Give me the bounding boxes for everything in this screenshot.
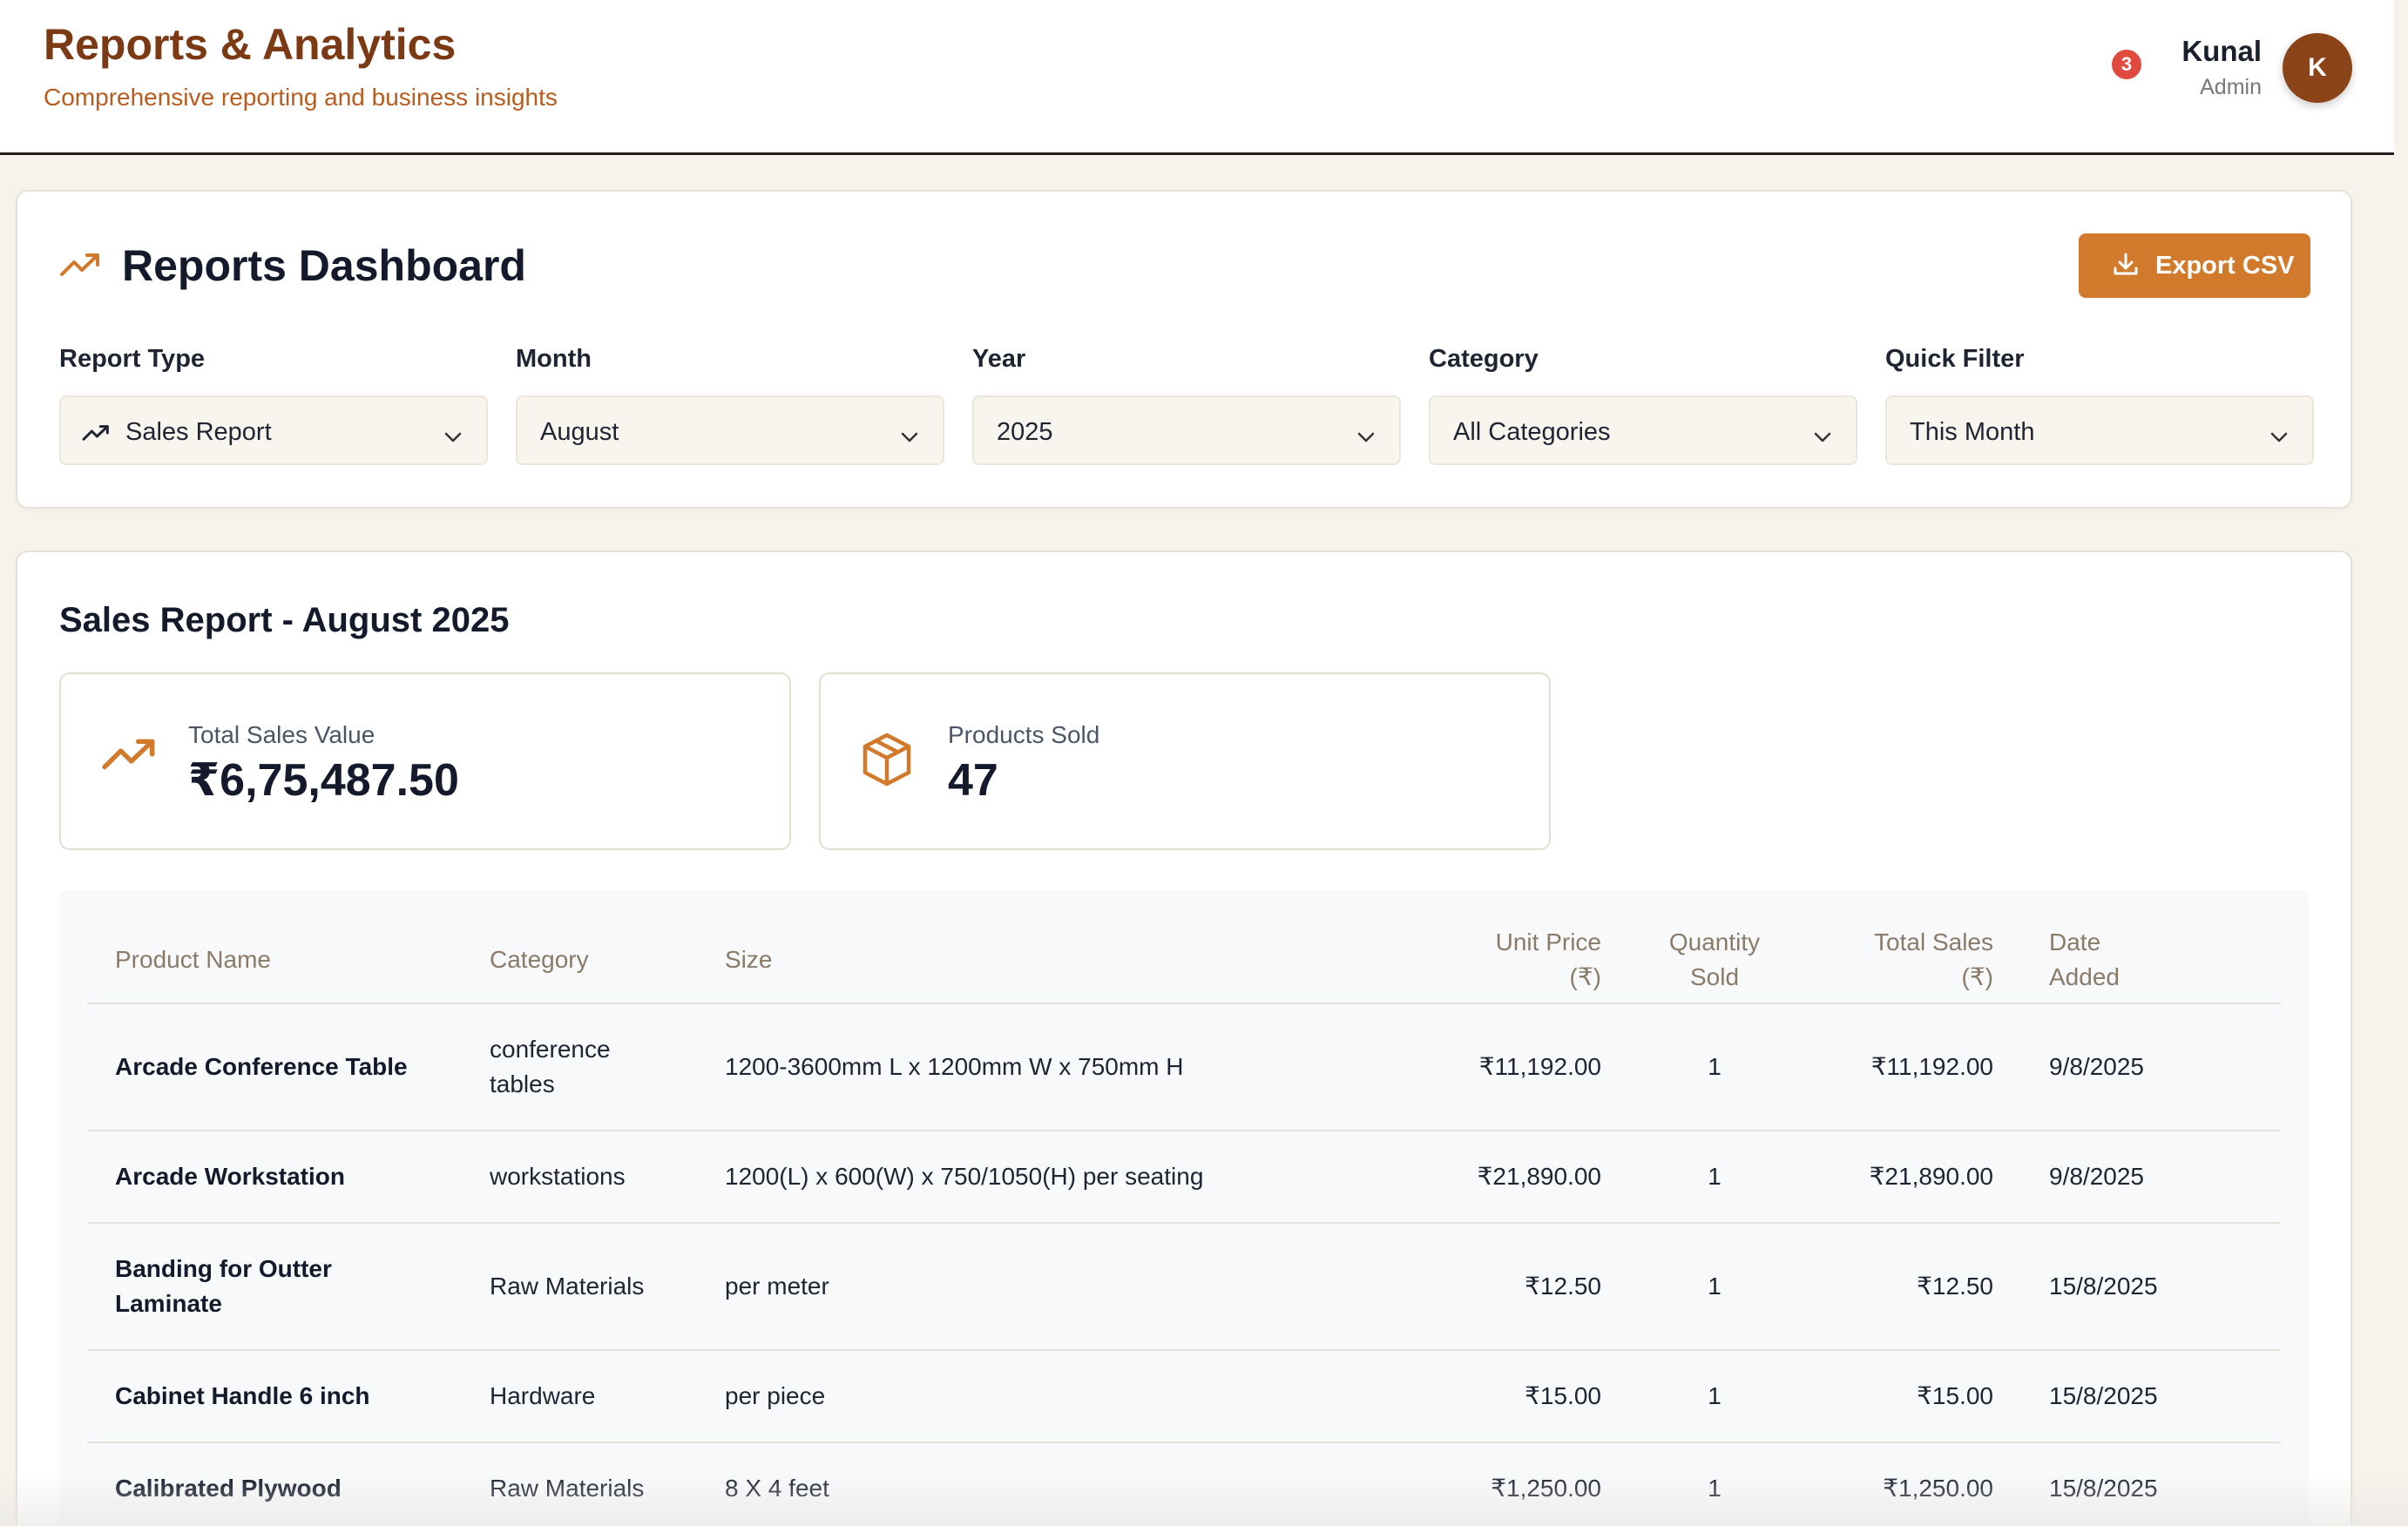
filter-label: Category (1429, 345, 1539, 373)
filter-quick: Quick Filter This Month (1885, 345, 2314, 465)
column-header-unit-price[interactable]: Unit Price (₹) (1446, 916, 1629, 1004)
cell-quantity: 1 (1629, 1131, 1800, 1224)
quick-filter-select[interactable]: This Month (1885, 395, 2314, 465)
cell-category: Raw Materials (462, 1223, 697, 1351)
column-header-quantity[interactable]: Quantity Sold (1629, 916, 1800, 1004)
cell-total-sales: ₹11,192.00 (1800, 1003, 2021, 1131)
report-title: Sales Report - August 2025 (59, 601, 510, 639)
cell-date: 9/8/2025 (2021, 1131, 2281, 1224)
cell-date: 15/8/2025 (2021, 1223, 2281, 1351)
cell-size: per piece (697, 1350, 1446, 1443)
trending-up-icon (101, 735, 157, 778)
cell-unit-price: ₹15.00 (1446, 1350, 1629, 1443)
sales-report-card: Sales Report - August 2025 Total Sales V… (16, 550, 2352, 1526)
select-value: All Categories (1453, 418, 1611, 446)
stat-value: ₹6,75,487.50 (188, 755, 459, 806)
filter-label: Month (516, 345, 592, 373)
table-header-row: Product Name Category Size Unit Price (₹)… (87, 916, 2281, 1004)
cell-product: Cabinet Handle 6 inch (87, 1350, 462, 1443)
filter-category: Category All Categories (1429, 345, 1857, 465)
column-header-category[interactable]: Category (462, 916, 697, 1004)
chevron-down-icon (1356, 422, 1376, 451)
cell-total-sales: ₹21,890.00 (1800, 1131, 2021, 1224)
select-value: 2025 (997, 418, 1053, 446)
bottom-fade (0, 1474, 2408, 1526)
cell-unit-price: ₹21,890.00 (1446, 1131, 1629, 1224)
cell-product: Arcade Workstation (87, 1131, 462, 1224)
chevron-down-icon (2269, 422, 2290, 451)
cell-date: 15/8/2025 (2021, 1350, 2281, 1443)
sales-table-container: Product Name Category Size Unit Price (₹)… (59, 890, 2309, 1526)
export-csv-button[interactable]: Export CSV (2079, 233, 2310, 298)
sales-table: Product Name Category Size Unit Price (₹)… (87, 916, 2281, 1526)
select-value: This Month (1910, 418, 2035, 446)
stat-total-sales: Total Sales Value ₹6,75,487.50 (59, 672, 791, 850)
report-type-select[interactable]: Sales Report (59, 395, 488, 465)
table-row[interactable]: Banding for Outter Laminate Raw Materials… (87, 1223, 2281, 1351)
avatar[interactable]: K (2283, 33, 2352, 103)
table-row[interactable]: Cabinet Handle 6 inch Hardware per piece… (87, 1350, 2281, 1443)
user-role: Admin (2200, 75, 2262, 99)
notification-badge[interactable]: 3 (2112, 50, 2141, 79)
cell-category: conference tables (462, 1003, 697, 1131)
cell-total-sales: ₹15.00 (1800, 1350, 2021, 1443)
cell-category: Hardware (462, 1350, 697, 1443)
stat-value: 47 (948, 755, 998, 806)
stat-label: Products Sold (948, 721, 1100, 748)
chevron-down-icon (1812, 422, 1833, 451)
month-select[interactable]: August (516, 395, 944, 465)
table-row[interactable]: Arcade Workstation workstations 1200(L) … (87, 1131, 2281, 1224)
user-name: Kunal (2181, 35, 2262, 67)
select-value: Sales Report (125, 418, 272, 446)
filter-year: Year 2025 (972, 345, 1401, 465)
filter-label: Quick Filter (1885, 345, 2025, 373)
page-subtitle: Comprehensive reporting and business ins… (44, 84, 558, 111)
column-header-total-sales[interactable]: Total Sales (₹) (1800, 916, 2021, 1004)
cell-size: 1200(L) x 600(W) x 750/1050(H) per seati… (697, 1131, 1446, 1224)
year-select[interactable]: 2025 (972, 395, 1401, 465)
cell-date: 9/8/2025 (2021, 1003, 2281, 1131)
filter-report-type: Report Type Sales Report (59, 345, 488, 465)
cell-size: 1200-3600mm L x 1200mm W x 750mm H (697, 1003, 1446, 1131)
filter-label: Year (972, 345, 1026, 373)
filter-month: Month August (516, 345, 944, 465)
cell-quantity: 1 (1629, 1223, 1800, 1351)
chevron-down-icon (899, 422, 920, 451)
dashboard-title: Reports Dashboard (122, 241, 526, 290)
trending-up-icon (82, 421, 110, 449)
reports-dashboard-card: Reports Dashboard Export CSV Report Type… (16, 190, 2352, 509)
cell-size: per meter (697, 1223, 1446, 1351)
cell-quantity: 1 (1629, 1003, 1800, 1131)
select-value: August (540, 418, 619, 446)
page-title: Reports & Analytics (44, 20, 457, 69)
stat-label: Total Sales Value (188, 721, 375, 748)
stat-products-sold: Products Sold 47 (819, 672, 1551, 850)
download-icon (2112, 251, 2140, 286)
cell-unit-price: ₹12.50 (1446, 1223, 1629, 1351)
category-select[interactable]: All Categories (1429, 395, 1857, 465)
cell-quantity: 1 (1629, 1350, 1800, 1443)
export-csv-label: Export CSV (2155, 252, 2295, 280)
cell-product: Arcade Conference Table (87, 1003, 462, 1131)
cell-unit-price: ₹11,192.00 (1446, 1003, 1629, 1131)
top-header: Reports & Analytics Comprehensive report… (0, 0, 2394, 155)
trending-up-icon (59, 251, 101, 283)
table-row[interactable]: Arcade Conference Table conference tables… (87, 1003, 2281, 1131)
package-icon (861, 732, 913, 792)
chevron-down-icon (443, 422, 463, 451)
cell-total-sales: ₹12.50 (1800, 1223, 2021, 1351)
cell-category: workstations (462, 1131, 697, 1224)
cell-product: Banding for Outter Laminate (87, 1223, 462, 1351)
column-header-date[interactable]: Date Added (2021, 916, 2281, 1004)
column-header-size[interactable]: Size (697, 916, 1446, 1004)
column-header-product[interactable]: Product Name (87, 916, 462, 1004)
filter-label: Report Type (59, 345, 206, 373)
